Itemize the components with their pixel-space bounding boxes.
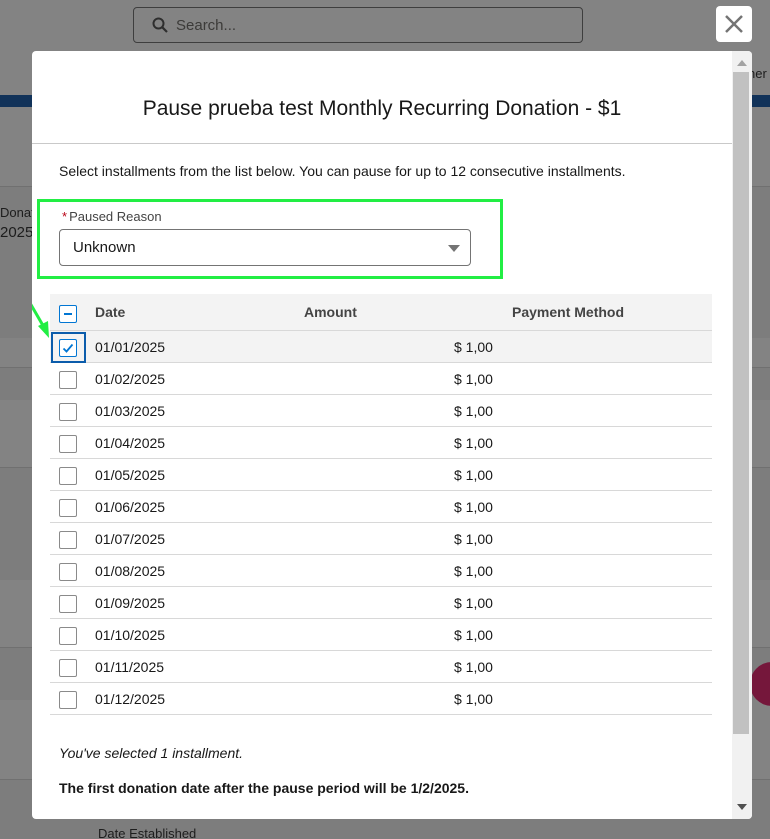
row-date: 01/02/2025: [95, 371, 166, 387]
close-icon: [725, 15, 743, 33]
row-amount: $ 1,00: [454, 627, 493, 643]
modal-header: Pause prueba test Monthly Recurring Dona…: [32, 51, 732, 144]
row-checkbox[interactable]: [59, 371, 77, 389]
row-date: 01/09/2025: [95, 595, 166, 611]
table-row[interactable]: 01/07/2025 $ 1,00: [50, 523, 712, 555]
chevron-down-icon: [448, 245, 460, 252]
modal-title: Pause prueba test Monthly Recurring Dona…: [142, 97, 622, 120]
paused-reason-label-text: Paused Reason: [69, 209, 162, 224]
paused-reason-label: * Paused Reason: [62, 209, 162, 224]
row-date: 01/05/2025: [95, 467, 166, 483]
paused-reason-select[interactable]: Unknown: [59, 229, 471, 266]
close-modal-button[interactable]: [716, 6, 752, 42]
row-checkbox[interactable]: [59, 659, 77, 677]
row-amount: $ 1,00: [454, 659, 493, 675]
row-checkbox[interactable]: [59, 595, 77, 613]
row-amount: $ 1,00: [454, 691, 493, 707]
row-amount: $ 1,00: [454, 403, 493, 419]
row-date: 01/01/2025: [95, 339, 166, 355]
header-amount[interactable]: Amount: [304, 304, 357, 320]
scroll-up-icon[interactable]: [737, 60, 747, 66]
header-date[interactable]: Date: [95, 304, 125, 320]
row-checkbox[interactable]: [59, 467, 77, 485]
table-row[interactable]: 01/12/2025 $ 1,00: [50, 683, 712, 715]
row-checkbox[interactable]: [59, 627, 77, 645]
row-checkbox[interactable]: [59, 531, 77, 549]
table-header: Date Amount Payment Method: [50, 294, 712, 331]
row-checkbox[interactable]: [59, 435, 77, 453]
table-row[interactable]: 01/01/2025 $ 1,00: [50, 331, 712, 363]
table-body: 01/01/2025 $ 1,00 01/02/2025 $ 1,00 01/03/20…: [50, 331, 712, 715]
table-row[interactable]: 01/06/2025 $ 1,00: [50, 491, 712, 523]
installments-table: Date Amount Payment Method 01/01/2025 $ 1…: [50, 294, 712, 715]
row-date: 01/10/2025: [95, 627, 166, 643]
select-all-checkbox[interactable]: [59, 305, 77, 323]
row-date: 01/03/2025: [95, 403, 166, 419]
row-amount: $ 1,00: [454, 435, 493, 451]
pause-donation-modal: Pause prueba test Monthly Recurring Dona…: [32, 51, 752, 819]
row-checkbox[interactable]: [59, 339, 77, 357]
table-row[interactable]: 01/09/2025 $ 1,00: [50, 587, 712, 619]
header-payment-method[interactable]: Payment Method: [512, 304, 624, 320]
table-row[interactable]: 01/03/2025 $ 1,00: [50, 395, 712, 427]
instructions-text: Select installments from the list below.…: [59, 163, 626, 179]
selection-summary: You've selected 1 installment.: [59, 745, 244, 761]
row-amount: $ 1,00: [454, 595, 493, 611]
table-row[interactable]: 01/05/2025 $ 1,00: [50, 459, 712, 491]
row-checkbox[interactable]: [59, 403, 77, 421]
row-amount: $ 1,00: [454, 499, 493, 515]
row-checkbox[interactable]: [59, 563, 77, 581]
required-marker: *: [62, 209, 68, 224]
row-amount: $ 1,00: [454, 339, 493, 355]
row-amount: $ 1,00: [454, 371, 493, 387]
table-row[interactable]: 01/11/2025 $ 1,00: [50, 651, 712, 683]
row-amount: $ 1,00: [454, 531, 493, 547]
table-row[interactable]: 01/04/2025 $ 1,00: [50, 427, 712, 459]
row-date: 01/11/2025: [95, 659, 165, 675]
row-date: 01/04/2025: [95, 435, 166, 451]
row-date: 01/06/2025: [95, 499, 166, 515]
scroll-down-icon[interactable]: [737, 804, 747, 810]
table-row[interactable]: 01/08/2025 $ 1,00: [50, 555, 712, 587]
row-date: 01/12/2025: [95, 691, 166, 707]
row-checkbox[interactable]: [59, 499, 77, 517]
scrollbar-thumb[interactable]: [733, 72, 749, 734]
table-row[interactable]: 01/10/2025 $ 1,00: [50, 619, 712, 651]
check-icon: [62, 343, 74, 353]
row-amount: $ 1,00: [454, 467, 493, 483]
table-row[interactable]: 01/02/2025 $ 1,00: [50, 363, 712, 395]
row-checkbox[interactable]: [59, 691, 77, 709]
paused-reason-value: Unknown: [73, 239, 136, 256]
row-date: 01/08/2025: [95, 563, 166, 579]
row-amount: $ 1,00: [454, 563, 493, 579]
first-donation-date-message: The first donation date after the pause …: [59, 780, 469, 796]
modal-scrollbar[interactable]: [732, 51, 752, 819]
arrow-annotation-icon: [32, 303, 49, 338]
row-date: 01/07/2025: [95, 531, 166, 547]
